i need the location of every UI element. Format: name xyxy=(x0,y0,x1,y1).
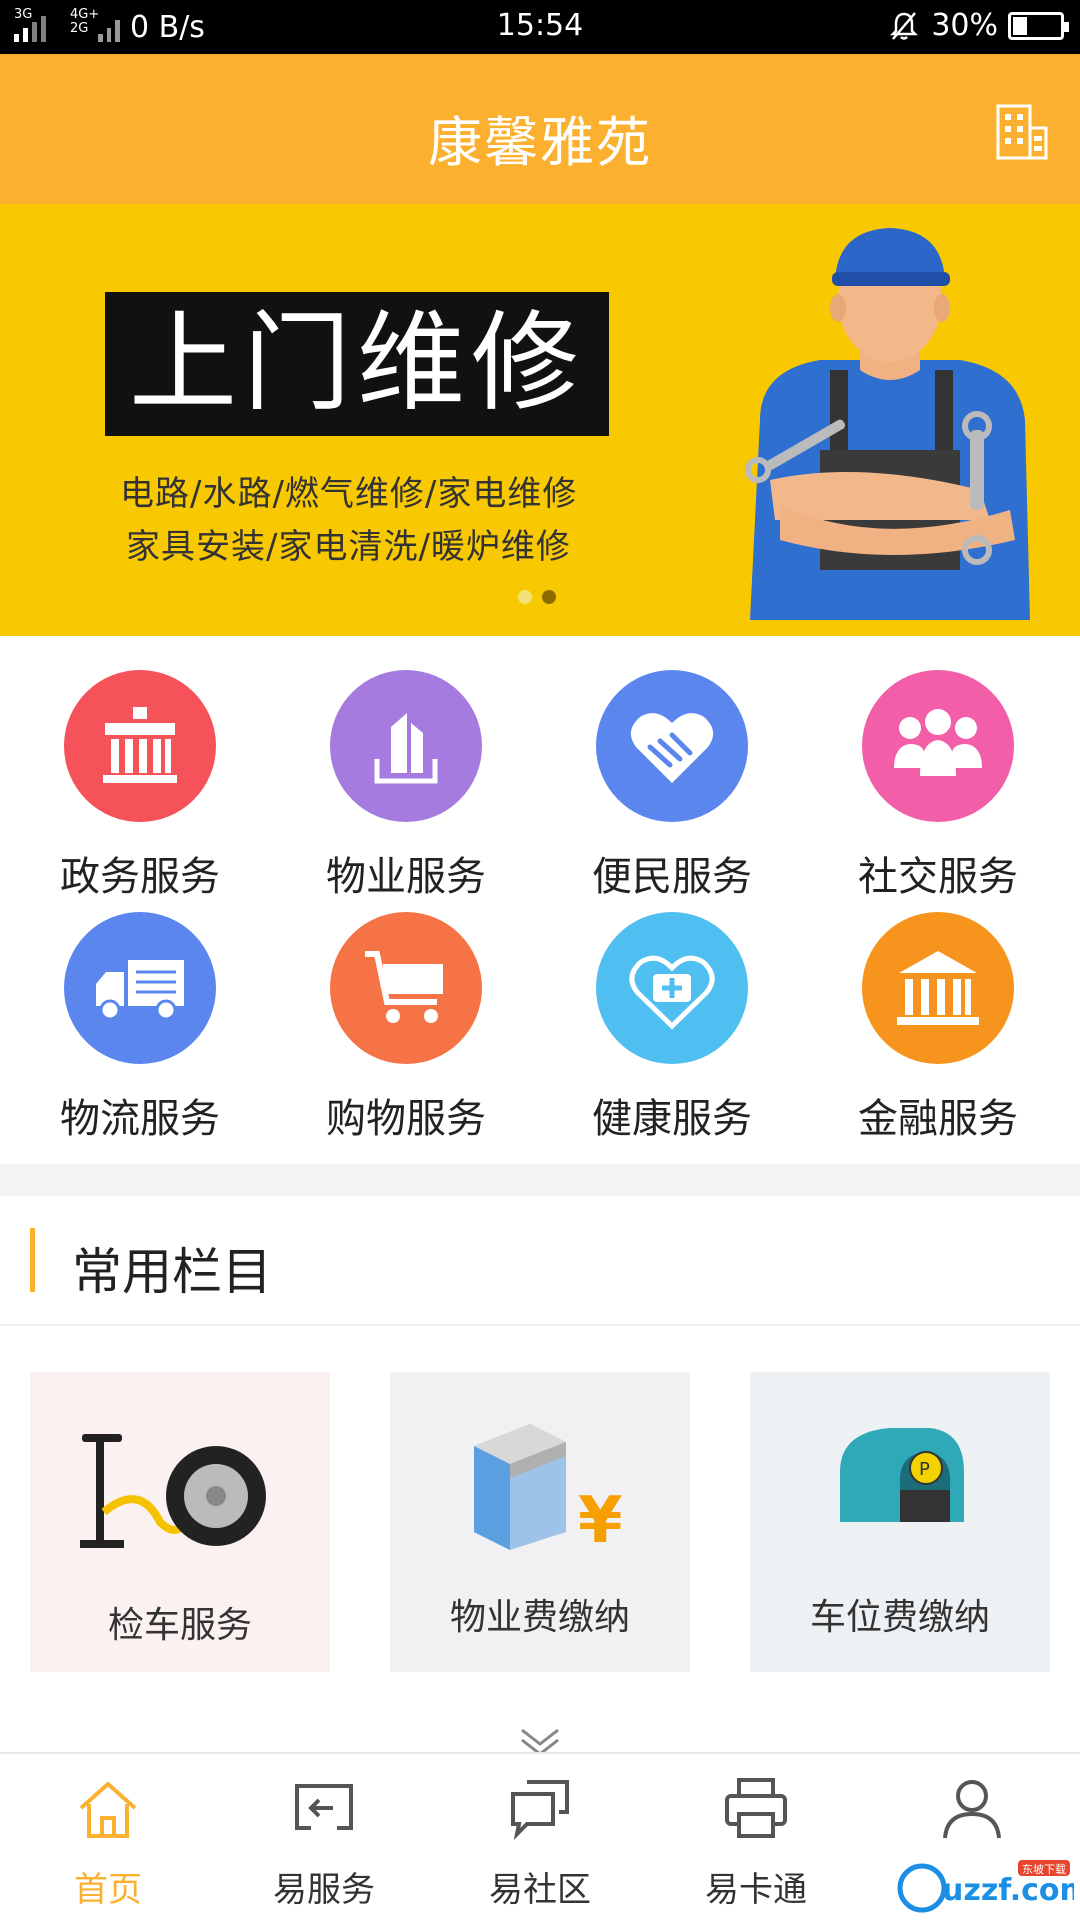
common-section-header: 常用栏目 xyxy=(0,1196,1080,1326)
card-label: 检车服务 xyxy=(107,1605,252,1646)
banner-pager xyxy=(518,590,556,604)
section-title: 常用栏目 xyxy=(72,1243,272,1301)
pager-dot-2[interactable] xyxy=(542,590,556,604)
banner-headline: 上门维修 xyxy=(105,292,609,436)
service-item-shopping[interactable]: 购物服务 xyxy=(273,912,539,1144)
tab-label: 首页 xyxy=(74,1870,142,1910)
battery-icon xyxy=(1008,11,1069,40)
service-label: 物业服务 xyxy=(326,854,486,900)
bank-icon xyxy=(862,912,1014,1064)
service-item-convenience[interactable]: 便民服务 xyxy=(539,670,805,902)
people-group-icon xyxy=(862,670,1014,822)
medical-heart-icon xyxy=(596,912,748,1064)
building-yen-icon: ¥ xyxy=(474,1424,623,1558)
service-label: 健康服务 xyxy=(592,1096,752,1142)
page-title: 康馨雅苑 xyxy=(428,111,652,174)
shopping-cart-icon xyxy=(330,912,482,1064)
pager-dot-1[interactable] xyxy=(518,590,532,604)
app-screen: 3G 4G+ 2G 0 B/s 15:54 30% 康馨雅苑 上门维修 电路/水… xyxy=(0,0,1080,1920)
government-building-icon xyxy=(64,670,216,822)
tower-building-icon xyxy=(330,670,482,822)
building-icon[interactable] xyxy=(994,102,1050,162)
battery-percent: 30% xyxy=(931,8,998,43)
service-item-health[interactable]: 健康服务 xyxy=(539,912,805,1144)
service-label: 社交服务 xyxy=(858,854,1018,900)
service-item-logistics[interactable]: 物流服务 xyxy=(7,912,273,1144)
service-label: 便民服务 xyxy=(592,854,752,900)
card-label: 物业费缴纳 xyxy=(449,1597,630,1638)
service-item-property[interactable]: 物业服务 xyxy=(273,670,539,902)
tab-label: 易社区 xyxy=(489,1870,591,1910)
repair-worker-illustration xyxy=(745,228,1030,620)
service-label: 物流服务 xyxy=(60,1096,220,1142)
card-label: 车位费缴纳 xyxy=(809,1597,990,1638)
top-header: 康馨雅苑 xyxy=(0,54,1080,204)
svg-text:P: P xyxy=(919,1459,930,1480)
mute-bell-icon xyxy=(890,11,919,40)
card-vehicle-inspection[interactable]: 检车服务 xyxy=(30,1372,330,1672)
chat-bubbles-icon xyxy=(511,1780,569,1841)
clock: 15:54 xyxy=(496,8,584,43)
tab-home[interactable]: 首页 xyxy=(0,1754,216,1920)
service-item-finance[interactable]: 金融服务 xyxy=(805,912,1071,1144)
service-item-government[interactable]: 政务服务 xyxy=(7,670,273,902)
promo-banner[interactable]: 上门维修 电路/水路/燃气维修/家电维修 家具安装/家电清洗/暖炉维修 xyxy=(0,204,1080,636)
section-divider xyxy=(0,1164,1080,1196)
service-label: 购物服务 xyxy=(326,1096,486,1142)
status-bar: 3G 4G+ 2G 0 B/s 15:54 30% xyxy=(0,0,1080,54)
service-label: 金融服务 xyxy=(858,1096,1018,1142)
banner-subline-1: 电路/水路/燃气维修/家电维修 xyxy=(120,474,578,514)
user-icon xyxy=(943,1780,1001,1839)
tab-label: 易服务 xyxy=(273,1870,375,1910)
service-grid: 政务服务 物业服务 便民服务 社交服务 物流服务 购物服务 健康服务 金融服务 xyxy=(0,636,1080,1164)
tab-label: 易卡通 xyxy=(705,1870,807,1910)
service-return-icon xyxy=(295,1784,353,1832)
tab-community[interactable]: 易社区 xyxy=(432,1754,648,1920)
card-parking-fee[interactable]: P 车位费缴纳 xyxy=(750,1372,1050,1672)
svg-text:¥: ¥ xyxy=(578,1484,623,1558)
printer-icon xyxy=(725,1778,787,1838)
tab-services[interactable]: 易服务 xyxy=(216,1754,432,1920)
section-accent-bar xyxy=(30,1228,35,1292)
banner-subline-2: 家具安装/家电清洗/暖炉维修 xyxy=(126,527,571,567)
bottom-navigation: 首页 易服务 易社区 易卡通 uzzf.co 东坡下载 xyxy=(0,1752,1080,1920)
tab-card[interactable]: 易卡通 xyxy=(648,1754,864,1920)
watermark-text: uzzf.com xyxy=(942,1873,1074,1908)
service-label: 政务服务 xyxy=(60,854,220,900)
parking-garage-icon: P xyxy=(840,1428,964,1522)
home-icon xyxy=(79,1781,137,1838)
handshake-heart-icon xyxy=(596,670,748,822)
delivery-truck-icon xyxy=(64,912,216,1064)
site-watermark-logo: uzzf.com 东坡下载 xyxy=(897,1860,1074,1913)
service-item-social[interactable]: 社交服务 xyxy=(805,670,1071,902)
tire-pump-icon xyxy=(80,1434,266,1548)
card-property-fee[interactable]: ¥ 物业费缴纳 xyxy=(390,1372,690,1672)
watermark-subtext: 东坡下载 xyxy=(1022,1863,1066,1876)
